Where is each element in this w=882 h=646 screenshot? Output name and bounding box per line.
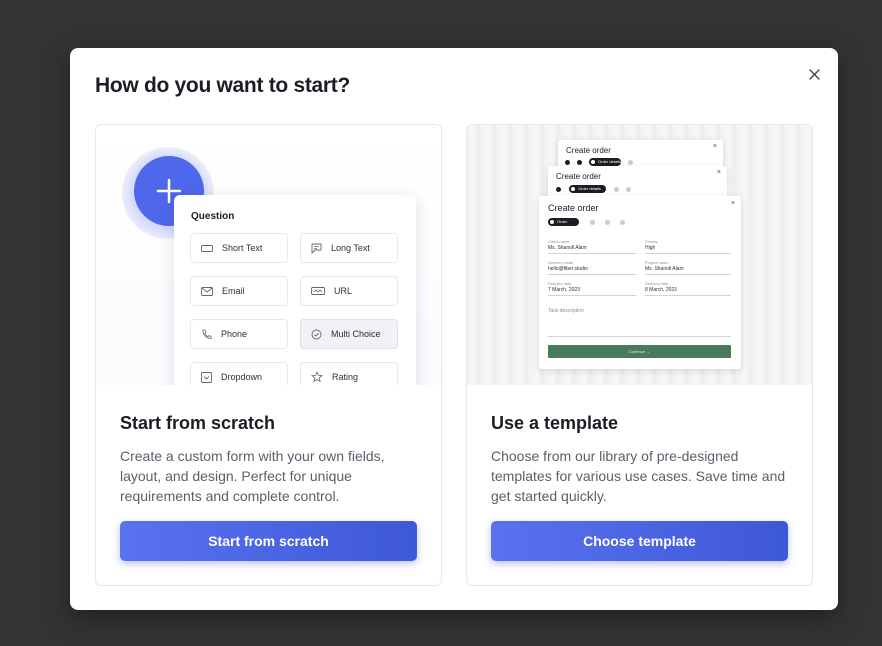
start-from-scratch-button[interactable]: Start from scratch <box>120 521 417 561</box>
preview-step-pill: Order details <box>569 185 606 193</box>
preview-close-icon: × <box>730 200 735 207</box>
star-icon <box>311 371 323 383</box>
template-preview-form-front: Create order × Order Client name Ms. Sha… <box>539 196 741 369</box>
scratch-option-card[interactable]: Question Short Text Long Text Email URL … <box>95 124 442 586</box>
question-type-label: Multi Choice <box>331 329 381 339</box>
preview-submit-button: Continue → <box>548 345 731 358</box>
template-description: Choose from our library of pre-designed … <box>491 448 786 504</box>
dialog-title: How do you want to start? <box>95 74 350 97</box>
question-type-email: Email <box>190 276 288 306</box>
multi-choice-icon <box>311 329 322 339</box>
scratch-description: Create a custom form with your own field… <box>120 448 385 504</box>
dropdown-icon <box>201 371 212 383</box>
question-type-label: Dropdown <box>221 372 263 382</box>
scratch-illustration: Question Short Text Long Text Email URL … <box>96 125 441 385</box>
question-type-label: Email <box>222 286 245 296</box>
question-type-dropdown: Dropdown <box>190 362 288 385</box>
question-type-label: Long Text <box>331 243 370 253</box>
url-icon <box>311 287 325 295</box>
scratch-title: Start from scratch <box>120 413 276 433</box>
template-option-card[interactable]: Create order × Order details Create orde… <box>466 124 813 586</box>
question-type-rating: Rating <box>300 362 398 385</box>
preview-form-title: Create order <box>548 203 599 213</box>
question-type-long-text: Long Text <box>300 233 398 263</box>
preview-close-icon: × <box>716 169 721 176</box>
preview-form-title: Create order <box>566 146 611 155</box>
long-text-icon <box>311 243 322 254</box>
close-icon[interactable] <box>808 68 820 80</box>
question-type-label: Phone <box>221 329 248 339</box>
question-type-url: URL <box>300 276 398 306</box>
close-button[interactable] <box>804 64 824 84</box>
preview-description-field: Task description <box>548 308 584 314</box>
question-type-short-text: Short Text <box>190 233 288 263</box>
template-illustration: Create order × Order details Create orde… <box>467 125 812 385</box>
question-type-phone: Phone <box>190 319 288 349</box>
short-text-icon <box>201 244 213 252</box>
preview-close-icon: × <box>712 143 717 150</box>
preview-step-pill: Order <box>548 218 579 226</box>
choose-template-button[interactable]: Choose template <box>491 521 788 561</box>
start-dialog: How do you want to start? Question Short… <box>70 48 838 610</box>
question-type-panel: Question Short Text Long Text Email URL … <box>174 195 416 385</box>
preview-step-pill: Order details <box>589 158 621 166</box>
question-type-multi-choice: Multi Choice <box>300 319 398 349</box>
preview-form-title: Create order <box>556 172 601 181</box>
template-title: Use a template <box>491 413 619 433</box>
email-icon <box>201 286 213 296</box>
phone-icon <box>202 329 212 339</box>
question-type-label: Short Text <box>222 243 263 253</box>
question-type-label: URL <box>334 286 353 296</box>
question-panel-title: Question <box>191 211 235 222</box>
question-type-label: Rating <box>332 372 359 382</box>
